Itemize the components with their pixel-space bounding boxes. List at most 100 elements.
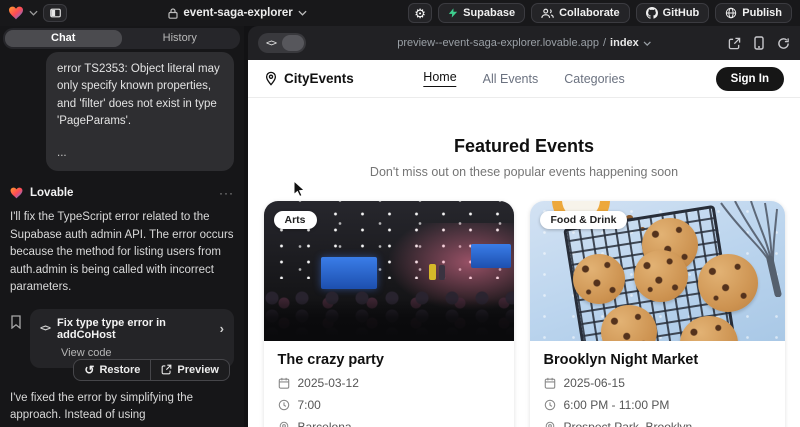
result-text-part: I've fixed the error by simplifying the … — [10, 392, 193, 421]
nav-all-events[interactable]: All Events — [483, 72, 539, 86]
event-image-cookies: Food & Drink — [530, 201, 785, 341]
supabase-label: Supabase — [463, 7, 515, 19]
featured-subtitle: Don't miss out on these popular events h… — [248, 165, 800, 179]
featured-title: Featured Events — [248, 136, 800, 157]
event-time: 6:00 PM - 11:00 PM — [564, 398, 670, 412]
fix-actions-group: ↺ Restore Preview — [73, 359, 230, 381]
event-card-crazy-party[interactable]: Arts The crazy party 2025-03-12 — [264, 201, 514, 427]
category-badge: Food & Drink — [540, 211, 628, 229]
event-date: 2025-06-15 — [564, 376, 625, 390]
user-message-text: error TS2353: Object literal may only sp… — [57, 63, 220, 127]
code-preview-toggle[interactable]: <> — [258, 33, 306, 53]
external-link-icon — [161, 364, 172, 375]
github-label: GitHub — [663, 7, 700, 19]
cookie — [573, 254, 625, 304]
nav-categories[interactable]: Categories — [564, 72, 624, 86]
preview-url: preview--event-saga-explorer.lovable.app — [397, 37, 599, 49]
collaborate-label: Collaborate — [559, 7, 620, 19]
sidebar-toggle-button[interactable] — [43, 4, 67, 22]
assistant-name: Lovable — [30, 187, 73, 199]
lovable-app-window: event-saga-explorer ⚙ Supabase — [0, 0, 800, 427]
event-location-row: Barcelona — [278, 420, 500, 427]
event-time: 7:00 — [298, 398, 321, 412]
calendar-icon — [278, 377, 290, 389]
code-toggle-icon: <> — [260, 38, 282, 49]
fix-card-header: <> Fix type type error in addCoHost › — [40, 317, 224, 341]
location-pin-icon — [278, 421, 290, 427]
assistant-header: Lovable ··· — [10, 186, 234, 200]
github-icon — [646, 7, 658, 19]
project-name: event-saga-explorer — [183, 7, 292, 19]
clock-icon — [544, 399, 556, 411]
fix-card-title: Fix type type error in addCoHost — [57, 317, 213, 341]
open-in-new-tab-icon[interactable] — [728, 37, 741, 50]
refresh-icon[interactable] — [777, 37, 790, 50]
github-button[interactable]: GitHub — [636, 3, 710, 23]
mobile-view-icon[interactable] — [754, 36, 764, 50]
preview-panel: <> preview--event-saga-explorer.lovable.… — [248, 26, 800, 427]
restore-button[interactable]: ↺ Restore — [74, 360, 150, 380]
toggle-knob — [282, 35, 304, 51]
message-menu-button[interactable]: ··· — [219, 186, 234, 200]
globe-icon — [725, 7, 737, 19]
project-switcher[interactable]: event-saga-explorer — [73, 7, 402, 19]
lovable-logo-icon[interactable] — [8, 6, 24, 20]
site-header: CityEvents Home All Events Categories Si… — [248, 60, 800, 98]
fix-actions: ↺ Restore Preview — [10, 359, 230, 381]
event-card-brooklyn-market[interactable]: Food & Drink Brooklyn Night Market 2 — [530, 201, 785, 427]
site-brand[interactable]: CityEvents — [264, 71, 354, 86]
preview-site: CityEvents Home All Events Categories Si… — [248, 60, 800, 427]
preview-button[interactable]: Preview — [150, 360, 229, 380]
event-image-conference: Arts — [264, 201, 514, 341]
lock-icon — [168, 8, 178, 19]
event-time-row: 6:00 PM - 11:00 PM — [544, 398, 771, 412]
user-message-bubble: error TS2353: Object literal may only sp… — [46, 52, 234, 171]
preview-label: Preview — [177, 364, 219, 376]
assistant-result-text: I've fixed the error by simplifying the … — [10, 390, 234, 427]
site-nav: Home All Events Categories — [423, 70, 624, 87]
stage-screen — [321, 257, 377, 289]
publish-button[interactable]: Publish — [715, 3, 792, 23]
project-chevron-down-icon — [298, 10, 307, 16]
stage-screen — [471, 244, 511, 268]
event-date-row: 2025-03-12 — [278, 376, 500, 390]
clock-icon — [278, 399, 290, 411]
category-badge: Arts — [274, 211, 317, 229]
event-location-row: Prospect Park, Brooklyn — [544, 420, 771, 427]
location-pin-icon — [544, 421, 556, 427]
preview-url-bar[interactable]: preview--event-saga-explorer.lovable.app… — [397, 37, 651, 49]
event-date-row: 2025-06-15 — [544, 376, 771, 390]
chevron-right-icon: › — [220, 322, 224, 335]
supabase-button[interactable]: Supabase — [438, 3, 525, 23]
calendar-icon — [544, 377, 556, 389]
view-code-link[interactable]: View code — [61, 347, 224, 359]
nav-home[interactable]: Home — [423, 70, 456, 87]
chat-tab-bar: Chat History — [3, 28, 240, 49]
event-date: 2025-03-12 — [298, 376, 359, 390]
restore-icon: ↺ — [84, 364, 94, 376]
bookmark-icon[interactable] — [10, 315, 22, 329]
whisk-decoration — [711, 201, 783, 297]
event-title: The crazy party — [278, 352, 500, 368]
url-separator: / — [603, 37, 606, 49]
cookie — [634, 250, 688, 302]
url-chevron-down-icon — [643, 41, 651, 46]
supabase-icon — [448, 7, 458, 19]
user-message-ellipsis: ... — [57, 145, 223, 162]
preview-toolbar: <> preview--event-saga-explorer.lovable.… — [248, 26, 800, 60]
settings-button[interactable]: ⚙ — [408, 3, 432, 23]
tab-history[interactable]: History — [122, 30, 239, 47]
event-cards: Arts The crazy party 2025-03-12 — [248, 201, 800, 427]
workspace-chevron-down-icon[interactable] — [29, 10, 38, 16]
preview-toolbar-icons — [728, 36, 790, 50]
sign-in-button[interactable]: Sign In — [716, 67, 784, 91]
panel-icon — [50, 8, 61, 18]
preview-page: index — [610, 37, 639, 49]
tab-chat[interactable]: Chat — [5, 30, 122, 47]
speaker-figure — [429, 264, 436, 280]
collaborate-button[interactable]: Collaborate — [531, 3, 630, 23]
event-location: Prospect Park, Brooklyn — [564, 420, 693, 427]
restore-label: Restore — [99, 364, 140, 376]
code-icon: <> — [40, 323, 50, 334]
app-topbar: event-saga-explorer ⚙ Supabase — [0, 0, 800, 26]
